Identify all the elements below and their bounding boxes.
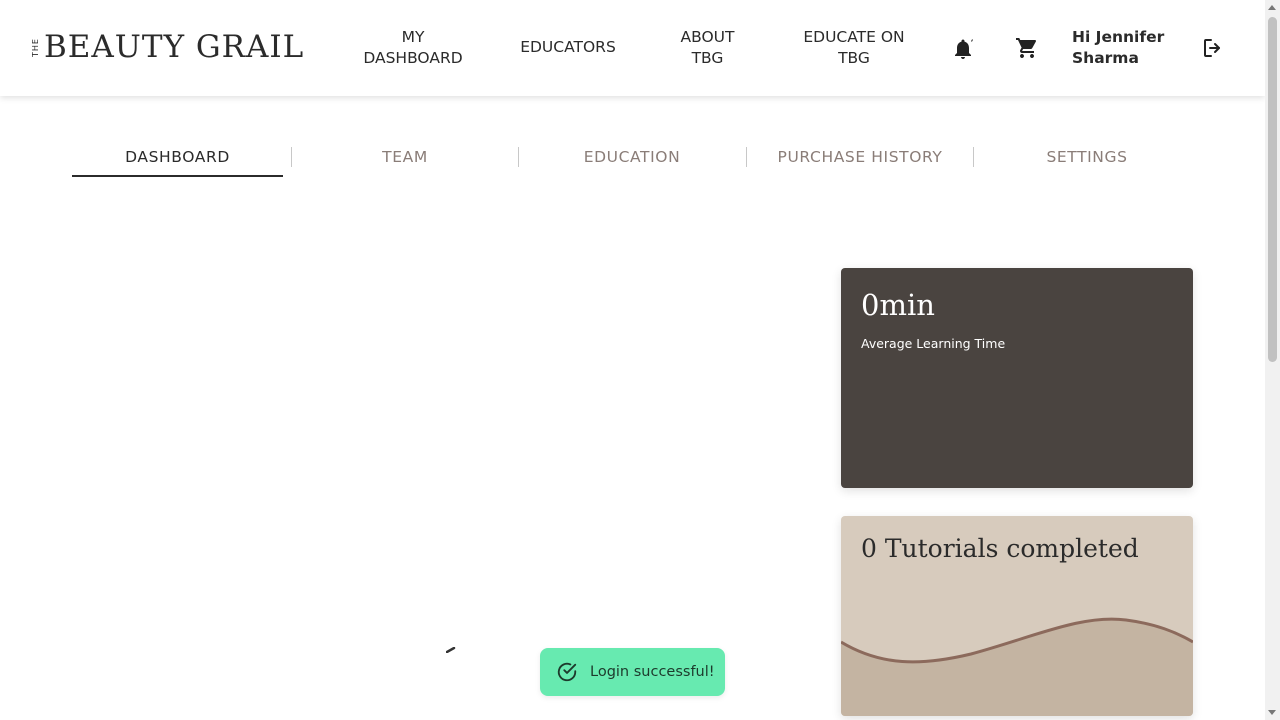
toast-message: Login successful! xyxy=(590,664,715,680)
nav-educate-on-tbg[interactable]: EDUCATE ON TBG xyxy=(798,27,910,69)
learning-time-card: 0min Average Learning Time xyxy=(841,268,1193,488)
tab-dashboard[interactable]: DASHBOARD xyxy=(72,135,283,179)
nav-my-dashboard[interactable]: MY DASHBOARD xyxy=(358,27,468,69)
logo-text: BEAUTY GRAIL xyxy=(44,29,305,65)
tab-settings[interactable]: SETTINGS xyxy=(974,135,1200,179)
nav-about-tbg[interactable]: ABOUT TBG xyxy=(670,27,745,69)
page-scrollbar[interactable] xyxy=(1265,0,1280,720)
tab-team[interactable]: TEAM xyxy=(292,135,518,179)
tab-education[interactable]: EDUCATION xyxy=(519,135,745,179)
scroll-up-arrow[interactable] xyxy=(1268,5,1276,10)
loading-spinner xyxy=(445,638,456,654)
site-logo[interactable]: THE BEAUTY GRAIL xyxy=(31,30,304,64)
check-circle-icon xyxy=(556,661,578,683)
scroll-down-arrow[interactable] xyxy=(1268,710,1276,715)
logout-icon[interactable] xyxy=(1200,35,1226,61)
site-header: THE BEAUTY GRAIL MY DASHBOARD EDUCATORS … xyxy=(0,0,1265,96)
user-greeting[interactable]: Hi Jennifer Sharma xyxy=(1072,27,1172,69)
tab-purchase-history[interactable]: PURCHASE HISTORY xyxy=(747,135,973,179)
tutorials-completed: 0 Tutorials completed xyxy=(861,534,1139,563)
login-toast: Login successful! xyxy=(540,648,725,696)
logo-prefix: THE xyxy=(31,37,40,57)
dashboard-tabs: DASHBOARD TEAM EDUCATION PURCHASE HISTOR… xyxy=(60,135,1205,179)
tutorials-card: 0 Tutorials completed xyxy=(841,516,1193,716)
scroll-thumb[interactable] xyxy=(1268,17,1277,362)
learning-time-label: Average Learning Time xyxy=(861,336,1006,351)
learning-time-value: 0min xyxy=(861,288,935,322)
active-tab-indicator xyxy=(72,175,283,177)
bell-icon[interactable] xyxy=(950,36,976,62)
cart-icon[interactable] xyxy=(1014,35,1040,61)
nav-educators[interactable]: EDUCATORS xyxy=(515,37,621,58)
